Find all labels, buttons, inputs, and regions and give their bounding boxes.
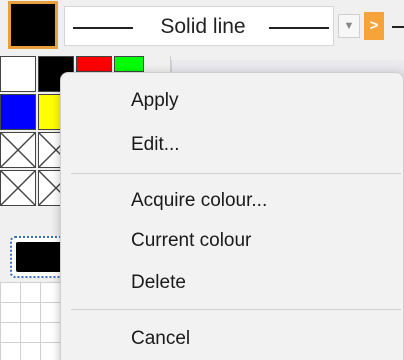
- menu-separator: [71, 309, 401, 310]
- chevron-down-icon[interactable]: ▼: [338, 14, 360, 38]
- crossed-box-icon[interactable]: [0, 170, 36, 206]
- line-sample-edge: [392, 26, 404, 28]
- menu-item-current-colour[interactable]: Current colour: [61, 221, 404, 261]
- current-color-swatch[interactable]: [8, 1, 58, 49]
- crossed-box-icon[interactable]: [0, 132, 36, 168]
- context-menu: Apply Edit... Acquire colour... Current …: [60, 72, 404, 360]
- toolbar: Solid line ▼ >: [0, 0, 404, 56]
- menu-item-cancel[interactable]: Cancel: [61, 319, 404, 359]
- line-style-label: Solid line: [160, 15, 246, 38]
- line-sample-left: [73, 27, 133, 29]
- swatch-green[interactable]: [114, 56, 144, 72]
- swatch-red[interactable]: [76, 56, 112, 72]
- line-sample-right: [269, 27, 329, 29]
- menu-item-edit[interactable]: Edit...: [61, 125, 404, 165]
- swatch-blue[interactable]: [0, 94, 36, 130]
- swatch-white[interactable]: [0, 56, 36, 92]
- menu-item-delete[interactable]: Delete: [61, 263, 404, 303]
- line-style-dropdown[interactable]: Solid line: [64, 6, 334, 46]
- menu-separator: [71, 173, 401, 174]
- menu-item-apply[interactable]: Apply: [61, 81, 404, 121]
- selected-fill-color: [16, 242, 64, 272]
- menu-item-acquire-colour[interactable]: Acquire colour...: [61, 181, 404, 221]
- chevron-right-icon[interactable]: >: [364, 12, 384, 40]
